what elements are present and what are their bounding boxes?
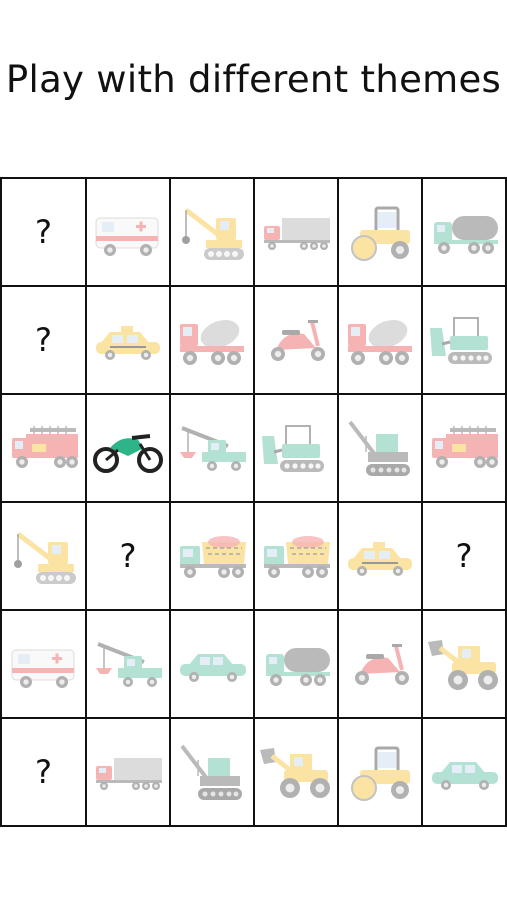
card-revealed[interactable] xyxy=(171,287,255,395)
question-mark: ? xyxy=(35,321,52,359)
scooter-icon xyxy=(271,320,325,361)
tanker-truck-icon xyxy=(434,216,498,254)
road-roller-icon xyxy=(351,746,410,801)
card-revealed[interactable] xyxy=(87,287,171,395)
card-hidden[interactable]: ? xyxy=(2,179,87,287)
question-mark: ? xyxy=(119,537,137,575)
taxi-icon xyxy=(96,326,160,360)
card-revealed[interactable] xyxy=(339,395,423,503)
cement-mixer-icon xyxy=(348,319,412,365)
card-revealed[interactable] xyxy=(339,611,423,719)
tow-truck-icon xyxy=(180,426,246,471)
card-revealed[interactable] xyxy=(423,179,507,287)
bulldozer-icon xyxy=(262,425,324,472)
card-revealed[interactable] xyxy=(339,179,423,287)
card-revealed[interactable] xyxy=(171,503,255,611)
card-revealed[interactable] xyxy=(423,395,507,503)
card-revealed[interactable] xyxy=(171,179,255,287)
dump-truck-icon xyxy=(264,536,330,578)
card-hidden[interactable]: ? xyxy=(2,287,87,395)
wheel-loader-icon xyxy=(260,748,330,798)
card-revealed[interactable] xyxy=(339,503,423,611)
tower-crane-icon xyxy=(180,744,242,800)
card-revealed[interactable] xyxy=(255,719,339,827)
card-revealed[interactable] xyxy=(87,719,171,827)
card-revealed[interactable] xyxy=(339,287,423,395)
card-revealed[interactable] xyxy=(423,287,507,395)
tower-crane-icon xyxy=(348,420,410,476)
wheel-loader-icon xyxy=(428,640,498,690)
motorcycle-icon xyxy=(93,434,163,473)
card-revealed[interactable] xyxy=(255,395,339,503)
card-revealed[interactable] xyxy=(171,611,255,719)
memory-game-board: ? ? ? ? ? xyxy=(0,177,507,827)
card-revealed[interactable] xyxy=(255,503,339,611)
card-revealed[interactable] xyxy=(423,719,507,827)
card-revealed[interactable] xyxy=(87,611,171,719)
card-revealed[interactable] xyxy=(339,719,423,827)
dump-truck-icon xyxy=(180,536,246,578)
tanker-truck-icon xyxy=(266,648,330,686)
card-hidden[interactable]: ? xyxy=(423,503,507,611)
card-revealed[interactable] xyxy=(255,611,339,719)
semi-truck-icon xyxy=(96,758,162,790)
card-revealed[interactable] xyxy=(171,719,255,827)
crawler-crane-icon xyxy=(13,532,76,584)
ambulance-icon xyxy=(11,649,74,688)
card-revealed[interactable] xyxy=(2,395,87,503)
semi-truck-icon xyxy=(264,218,330,250)
card-revealed[interactable] xyxy=(87,179,171,287)
card-hidden[interactable]: ? xyxy=(87,503,171,611)
card-revealed[interactable] xyxy=(423,611,507,719)
card-revealed[interactable] xyxy=(2,503,87,611)
bulldozer-icon xyxy=(430,317,492,364)
car-icon xyxy=(180,654,246,682)
card-revealed[interactable] xyxy=(2,611,87,719)
crawler-crane-icon xyxy=(182,208,244,260)
card-revealed[interactable] xyxy=(255,287,339,395)
road-roller-icon xyxy=(351,206,410,261)
card-revealed[interactable] xyxy=(255,179,339,287)
question-mark: ? xyxy=(35,753,52,791)
card-hidden[interactable]: ? xyxy=(2,719,87,827)
taxi-icon xyxy=(348,542,412,576)
question-mark: ? xyxy=(35,213,52,251)
fire-truck-icon xyxy=(432,426,498,468)
page-title: Play with different themes xyxy=(5,58,502,101)
tow-truck-icon xyxy=(96,642,162,687)
card-revealed[interactable] xyxy=(87,395,171,503)
question-mark: ? xyxy=(455,537,473,575)
ambulance-icon xyxy=(95,217,159,256)
card-revealed[interactable] xyxy=(171,395,255,503)
car-icon xyxy=(432,762,498,790)
fire-truck-icon xyxy=(11,426,78,468)
cement-mixer-icon xyxy=(180,319,244,365)
scooter-icon xyxy=(355,644,409,685)
